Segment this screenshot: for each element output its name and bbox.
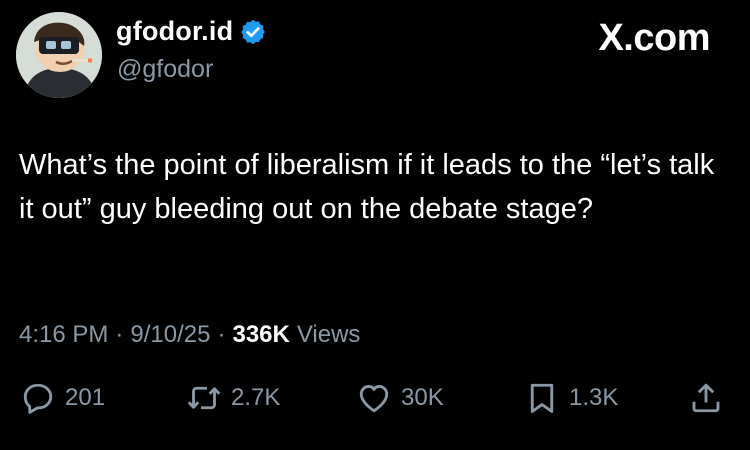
meta-separator: · <box>115 321 124 348</box>
bookmark-icon <box>530 383 554 413</box>
bookmark-count: 1.3K <box>569 384 619 411</box>
repost-icon <box>187 386 221 410</box>
avatar-illustration-icon <box>16 12 102 98</box>
tweet-time[interactable]: 4:16 PM <box>19 321 108 349</box>
tweet-date[interactable]: 9/10/25 <box>130 321 210 349</box>
like-count: 30K <box>401 384 444 411</box>
brand-logo: X.com <box>598 17 710 59</box>
reply-icon <box>23 383 53 414</box>
avatar[interactable] <box>16 12 102 98</box>
heart-icon <box>359 385 389 413</box>
verified-badge-icon <box>239 18 267 46</box>
meta-separator: · <box>217 321 226 348</box>
reply-button[interactable]: 201 <box>20 380 105 416</box>
tweet-text: What’s the point of liberalism if it lea… <box>19 149 715 225</box>
share-icon <box>692 383 720 413</box>
bookmark-button[interactable]: 1.3K <box>524 380 618 416</box>
tweet-meta: 4:16 PM · 9/10/25 · 336K Views <box>19 321 360 349</box>
display-name[interactable]: gfodor.id <box>116 16 233 47</box>
share-button[interactable] <box>688 380 724 416</box>
views-label: Views <box>296 321 361 348</box>
reply-count: 201 <box>65 384 106 411</box>
views-count[interactable]: 336K <box>232 321 289 349</box>
repost-count: 2.7K <box>231 384 281 411</box>
repost-button[interactable]: 2.7K <box>186 380 280 416</box>
like-button[interactable]: 30K <box>356 380 444 416</box>
action-bar: 201 2.7K 30K 1.3K <box>0 380 750 428</box>
handle[interactable]: @gfodor <box>117 55 213 84</box>
